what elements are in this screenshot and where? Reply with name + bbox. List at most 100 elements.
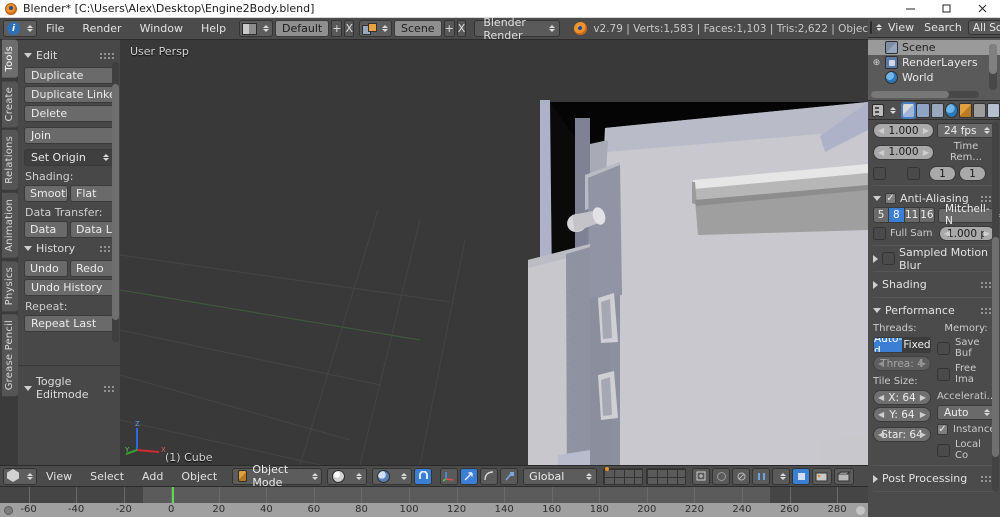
minimize-button[interactable] [892,0,928,18]
outliner-editor-icon[interactable] [870,21,877,34]
transform-orientation-selector[interactable]: Global [523,467,598,485]
add-scene-button[interactable]: + [443,20,455,37]
duplicate-linked-button[interactable]: Duplicate Linked [24,86,114,103]
bone-x-ray-icon[interactable] [752,467,771,485]
menu-help[interactable]: Help [192,18,235,40]
shade-smooth-button[interactable]: Smooth [24,185,68,202]
outliner-item-world[interactable]: World [868,70,1000,85]
scene-tab-icon[interactable] [930,102,944,118]
aa-filter-selector[interactable]: Mitchell-N [938,203,1000,227]
repeat-last-button[interactable]: Repeat Last [24,315,114,332]
render-animation-icon[interactable] [834,467,855,485]
constraints-tab-icon[interactable] [972,102,986,118]
full-sample-checkbox[interactable] [873,227,886,240]
menu-render[interactable]: Render [73,18,130,40]
render-engine-selector[interactable]: Blender Render [474,16,561,42]
resolution-x-field[interactable]: ◀ 1.000 ▶ [873,123,934,138]
scale-manipulator-icon[interactable] [480,467,499,485]
panel-header-toggle-editmode[interactable]: Toggle Editmode [24,375,114,401]
scene-name-field[interactable]: Scene [394,20,442,37]
section-header-shading[interactable]: Shading [873,276,995,293]
tile-x-field[interactable]: ◀ X: 64 ▶ [873,390,931,405]
snap-magnet-icon[interactable] [414,467,433,485]
properties-editor-icon[interactable] [872,103,885,117]
maximize-button[interactable] [928,0,964,18]
toolshelf-scrollbar[interactable] [112,62,119,342]
scene-selector[interactable] [359,20,393,37]
properties-scrollbar[interactable] [992,122,999,492]
delete-screen-layout-button[interactable]: X [344,20,355,37]
threads-mode-fixed[interactable]: Fixed [903,338,930,352]
fps-selector[interactable]: 24 fps [937,123,995,138]
aspect-toggle[interactable] [907,167,920,180]
aa-samples-selector[interactable]: 5 8 11 16 [873,207,935,223]
layer-buttons-group-2[interactable] [646,467,687,485]
viewport-menu-object[interactable]: Object [172,465,226,487]
anti-aliasing-checkbox[interactable] [885,193,896,204]
instancing-checkbox[interactable] [937,424,948,435]
screen-layout-selector[interactable] [239,20,274,37]
rotate-manipulator-icon[interactable] [460,467,479,485]
render-tab-icon[interactable] [901,101,917,119]
manipulator-axis-icon[interactable] [500,467,519,485]
properties-panel[interactable]: ◀ 1.000 ▶ 24 fps ◀ 1.000 ▶ Time Rem... 1… [868,120,1000,496]
aa-sample-5[interactable]: 5 [874,208,890,222]
close-button[interactable] [964,0,1000,18]
delete-button[interactable]: Delete [24,105,114,122]
render-preview-icon[interactable] [712,467,731,485]
screen-layout-name[interactable]: Default [275,20,330,37]
toolshelf-tab-relations[interactable]: Relations [2,130,18,190]
layer-buttons-group-1[interactable] [603,467,644,485]
add-screen-layout-button[interactable]: + [331,20,343,37]
outliner-vertical-scrollbar[interactable] [989,44,997,90]
timeline-editor[interactable]: -60 -40 -20 0 20 40 60 80 100 120 140 160 180 200 220 2… [0,487,868,517]
aa-sample-16[interactable]: 16 [919,208,934,222]
outliner-menu-view[interactable]: View [882,17,920,39]
timeline-end-handle[interactable] [856,506,865,515]
data-transfer-layout-button[interactable]: Data La [70,221,114,238]
outliner-display-mode[interactable]: All Sc [967,20,1000,35]
free-images-checkbox[interactable] [937,367,950,381]
editor-type-selector[interactable]: i [3,20,37,37]
menu-file[interactable]: File [37,18,73,40]
object-tab-icon[interactable] [958,102,972,118]
pivot-point-selector[interactable] [372,467,413,485]
threads-mode-selector[interactable]: Auto-d Fixed [873,337,931,353]
data-transfer-button[interactable]: Data [24,221,68,238]
resolution-y-field[interactable]: ◀ 1.000 ▶ [873,144,934,160]
toolshelf-tab-create[interactable]: Create [2,80,18,128]
aa-filter-size-field[interactable]: ◀ 1.000 p ▶ [939,226,995,241]
acceleration-structure-selector[interactable]: Auto [937,405,995,420]
frame-start-field[interactable]: 1 [929,166,956,181]
render-image-icon[interactable] [812,467,833,485]
timeline-start-handle[interactable] [4,506,13,515]
viewport-menu-view[interactable]: View [37,465,81,487]
threads-mode-auto[interactable]: Auto-d [874,338,904,352]
toolshelf-tab-tools[interactable]: Tools [2,40,18,78]
viewport-menu-add[interactable]: Add [133,465,172,487]
world-tab-icon[interactable] [944,102,958,118]
undo-history-button[interactable]: Undo History [24,279,114,296]
set-origin-dropdown[interactable]: Set Origin [24,149,114,166]
section-header-sampled-motion-blur[interactable]: Sampled Motion Blur [873,246,995,272]
outliner-item-scene[interactable]: Scene [868,40,1000,55]
render-layers-tab-icon[interactable] [916,102,930,118]
duplicate-button[interactable]: Duplicate [24,67,114,84]
redo-button[interactable]: Redo [70,260,114,277]
motion-blur-checkbox[interactable] [882,252,895,265]
render-region-icon[interactable] [792,467,811,485]
outliner-tree[interactable]: Scene ⊕ RenderLayers World [868,38,1000,100]
shade-flat-button[interactable]: Flat [70,185,114,202]
outliner-horizontal-scrollbar[interactable] [871,91,979,98]
viewport-menu-select[interactable]: Select [81,465,133,487]
panel-header-edit[interactable]: Edit [24,49,114,62]
translate-manipulator-icon[interactable] [440,467,459,485]
toolshelf-tab-animation[interactable]: Animation [2,192,18,258]
join-button[interactable]: Join [24,127,114,144]
texture-paint-icon[interactable] [732,467,751,485]
panel-header-history[interactable]: History [24,242,114,255]
aa-sample-11[interactable]: 11 [904,208,920,222]
aa-sample-8[interactable]: 8 [889,208,905,222]
delete-scene-button[interactable]: X [456,20,467,37]
resolution-percent-toggle[interactable] [873,167,886,180]
